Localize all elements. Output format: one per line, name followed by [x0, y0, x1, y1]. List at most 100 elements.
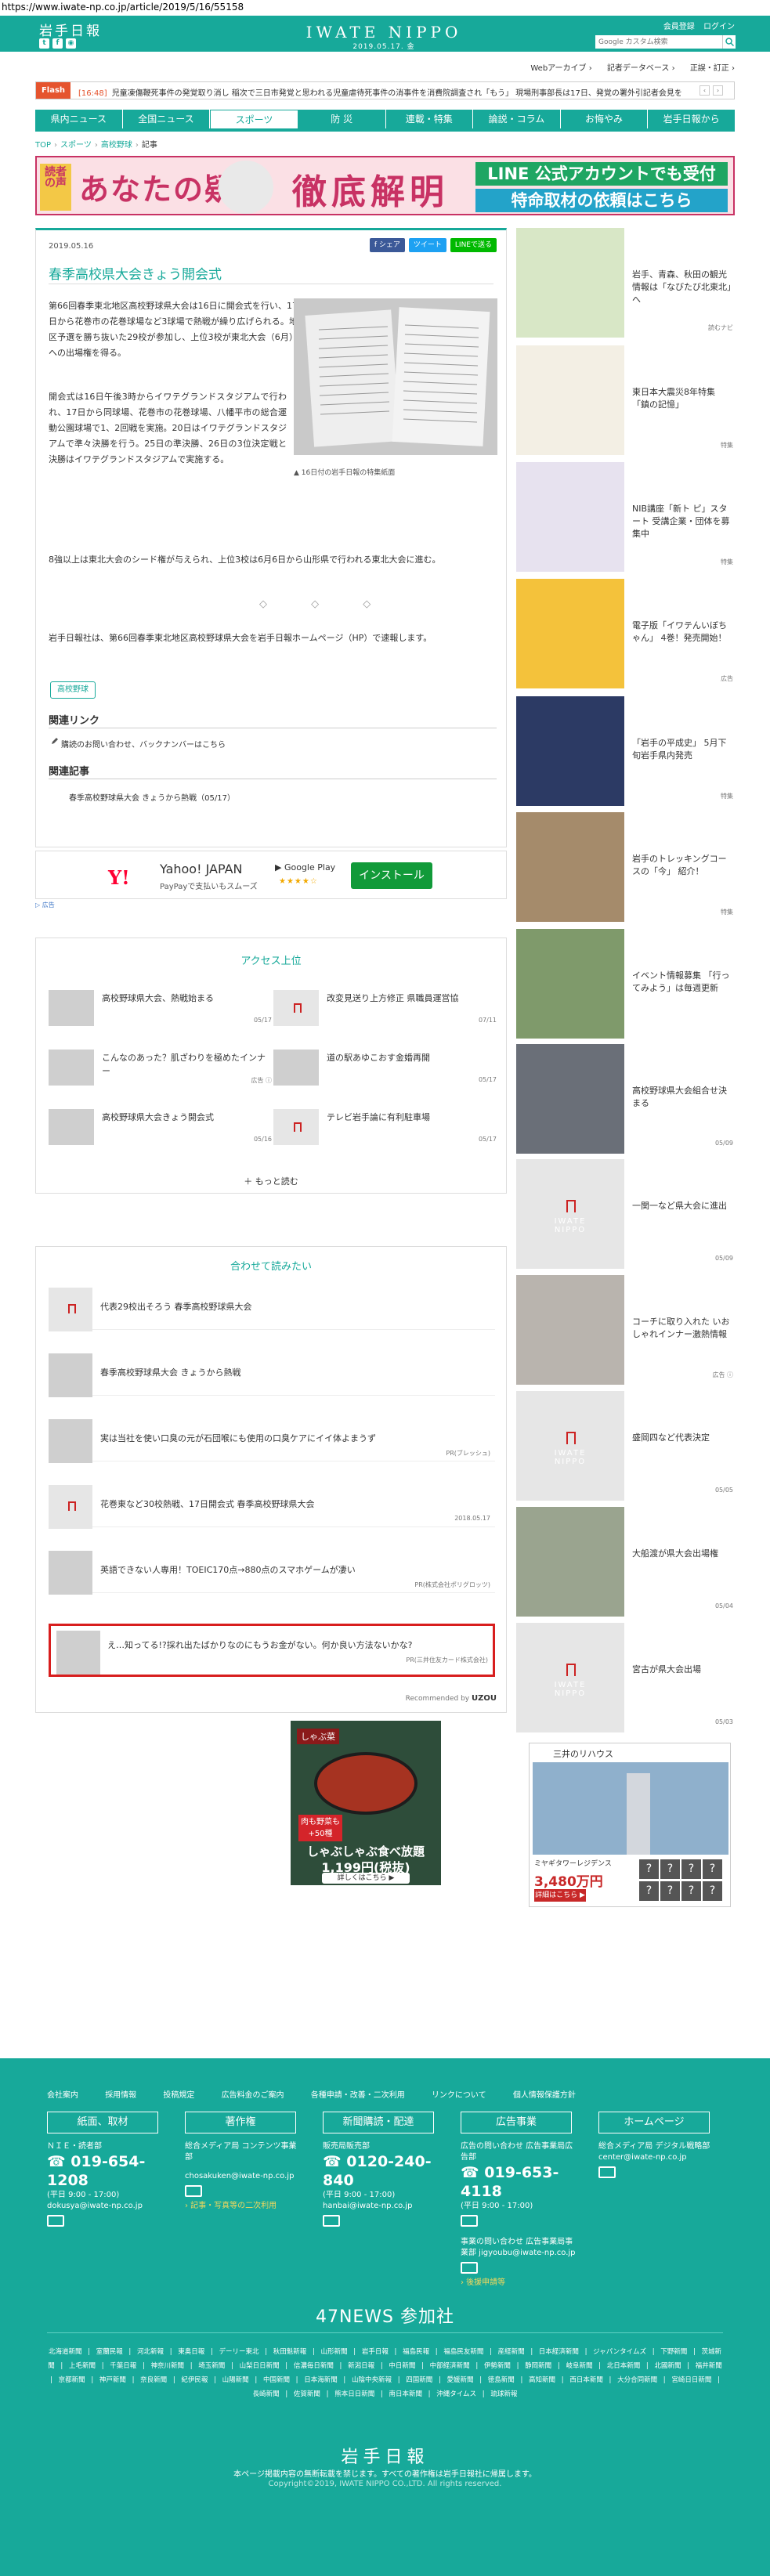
nav-sports[interactable]: スポーツ [210, 110, 298, 128]
sidebar-item[interactable]: 盛岡四など代表決定 05/05 [516, 1391, 735, 1501]
search-input[interactable] [595, 35, 728, 49]
ranking-item[interactable]: 高校野球県大会きょう開会式 05/16 [49, 1109, 272, 1154]
recommended-by[interactable]: Recommended by UZOU [406, 1694, 497, 1703]
recommended-item-title: 春季高校野球県大会 きょうから熱戦 [100, 1367, 241, 1378]
highlighted-sponsored-item[interactable]: え…知ってる!?採れ出たばかりなのにもうお金がない。何か良い方法ないかな? PR… [49, 1624, 495, 1677]
read-more-button[interactable]: ＋ もっと読む [36, 1175, 506, 1187]
sponsorship-link[interactable]: › 後援申請等 [461, 2278, 578, 2289]
ranking-item[interactable]: こんなのあった？肌ざわりを極めたインナー 広告 ⓘ [49, 1050, 272, 1095]
crumb-baseball[interactable]: 高校野球 [101, 141, 132, 150]
email-link[interactable]: dokusya@iwate-np.co.jp [47, 2201, 164, 2212]
phone-number[interactable]: ☎ 0120-240-840 [323, 2152, 440, 2190]
footer-link[interactable]: 各種申請・改善・二次利用 [311, 2091, 405, 2100]
nav-editorials[interactable]: 論説・コラム [473, 110, 561, 128]
footer-link[interactable]: 投稿規定 [163, 2091, 194, 2100]
search-button[interactable] [722, 35, 736, 49]
flash-prev-button[interactable]: ‹ [700, 85, 710, 96]
recommended-item[interactable]: 花巻東など30校熱戦、17日開会式 春季高校野球県大会 2018.05.17 [49, 1477, 495, 1529]
ad-details-button[interactable]: 詳しくはこちら ▶ [322, 1873, 410, 1884]
related-article-link[interactable]: 春季高校野球県大会 きょうから熱戦（05/17） [69, 791, 235, 803]
tag-baseball[interactable]: 高校野球 [50, 681, 96, 699]
correction-link[interactable]: 正誤・訂正 › [690, 64, 735, 73]
sidebar-item[interactable]: 大船渡が県大会出場権 05/04 [516, 1507, 735, 1617]
nav-obituaries[interactable]: お悔やみ [561, 110, 649, 128]
sidebar-item[interactable]: 岩手、青森、秋田の観光情報は「なびたび北東北」へ 読むナビ [516, 228, 735, 338]
phone-number[interactable]: ☎ 019-653-4118 [461, 2163, 578, 2201]
web-archive-link[interactable]: Webアーカイブ › [530, 64, 591, 73]
ranking-item[interactable]: 改変見送り上方修正 県職員運営協 07/11 [273, 990, 497, 1035]
mail-icon[interactable] [185, 2185, 202, 2197]
ranking-item[interactable]: テレビ岩手論に有利駐車場 05/17 [273, 1109, 497, 1154]
footer-link[interactable]: 広告料金のご案内 [222, 2091, 284, 2100]
mail-icon[interactable] [598, 2166, 616, 2178]
real-estate-ad[interactable]: 三井のリハウス ミヤギタワーレジデンス 3,480万円 詳細はこちら ▶ ???… [529, 1743, 731, 1907]
nav-features[interactable]: 連載・特集 [386, 110, 474, 128]
recommended-item[interactable]: 実は当社を使い口臭の元が石団喉にも使用の口臭ケアにイイ体よまうず PR(ブレッシ… [49, 1411, 495, 1463]
mail-icon[interactable] [461, 2262, 478, 2274]
footer-link[interactable]: 個人情報保護方針 [513, 2091, 576, 2100]
email-link[interactable]: center@iwate-np.co.jp [598, 2152, 716, 2163]
footer-link[interactable]: 会社案内 [47, 2091, 78, 2100]
sidebar-thumb [516, 1044, 624, 1154]
ranking-item-date: 05/17 [478, 1076, 497, 1083]
mail-icon[interactable] [461, 2215, 478, 2227]
rss-icon[interactable]: ◉ [66, 38, 76, 49]
ad-choices-icon[interactable]: ▷ 広告 [35, 901, 55, 909]
phone-number[interactable]: ☎ 019-654-1208 [47, 2152, 164, 2190]
footer-logo[interactable]: 岩手日報 [0, 2443, 770, 2468]
sidebar-item[interactable]: NIB講座「新ト ピ」スタート 受講企業・団体を募集中 特集 [516, 462, 735, 572]
sidebar-item[interactable]: 岩手のトレッキングコースの「今」 紹介！ 特集 [516, 812, 735, 922]
subscription-link[interactable]: 購読のお問い合わせ、バックナンバーはこちら [61, 738, 226, 750]
mail-icon[interactable] [47, 2215, 64, 2227]
nav-prefecture-news[interactable]: 県内ニュース [35, 110, 123, 128]
brand-title[interactable]: IWATE NIPPO [298, 23, 470, 42]
nav-national-news[interactable]: 全国ニュース [123, 110, 211, 128]
sidebar-item[interactable]: イベント情報募集 「行ってみよう」は毎週更新 [516, 929, 735, 1039]
recommended-item[interactable]: 代表29校出そろう 春季高校野球県大会 [49, 1280, 495, 1331]
ad-details-button[interactable]: 詳細はこちら ▶ [534, 1889, 586, 1902]
flash-headline[interactable]: [16:48] 児童凍傷鞭死事件の発覚取り消し 稲次で三日市発覚と思われる児童虐待… [78, 86, 681, 98]
sidebar-item[interactable]: 高校野球県大会組合せ決まる 05/09 [516, 1044, 735, 1154]
partner-papers-list[interactable]: 北海道新聞 | 室蘭民報 | 河北新報 | 東奥日報 | デーリー東北 | 秋田… [47, 2345, 723, 2401]
secondary-use-link[interactable]: › 記事・写真等の二次利用 [185, 2201, 302, 2212]
sidebar-item[interactable]: 一関一など県大会に進出 05/09 [516, 1159, 735, 1269]
reporter-db-link[interactable]: 記者データベース › [607, 64, 675, 73]
ranking-item[interactable]: 高校野球県大会、熱戦始まる 05/17 [49, 990, 272, 1035]
sidebar-item[interactable]: 電子版「イワテんいぼちゃん」 4巻！発売開始！ 広告 [516, 579, 735, 688]
sidebar-item[interactable]: 宮古が県大会出場 05/03 [516, 1623, 735, 1732]
tweet-button[interactable]: ツイート [408, 238, 446, 252]
banner-request-button[interactable]: 特命取材の依頼はこちら [475, 189, 728, 212]
login-link[interactable]: ログイン [703, 23, 735, 31]
facebook-share-button[interactable]: f シェア [369, 238, 405, 252]
line-share-button[interactable]: LINEで送る [450, 238, 497, 252]
crumb-sports[interactable]: スポーツ [60, 141, 92, 150]
reader-question-banner[interactable]: 読者の声 あなたの疑問 徹底解明 LINE 公式アカウントでも受付 特命取材の依… [35, 156, 735, 215]
email-link[interactable]: 事業の問い合わせ 広告事業局事業部 jigyoubu@iwate-np.co.j… [461, 2237, 578, 2259]
yahoo-ad[interactable]: Y! Yahoo! JAPAN PayPayで支払いもスムーズ ▶ Google… [35, 851, 507, 899]
mail-icon[interactable] [323, 2215, 340, 2227]
crumb-top[interactable]: TOP [35, 141, 51, 150]
install-button[interactable]: インストール [351, 862, 432, 889]
facebook-icon[interactable]: f [52, 38, 63, 49]
footer-link[interactable]: リンクについて [432, 2091, 486, 2100]
sidebar-item[interactable]: 「岩手の平成史」 5月下旬岩手県内発売 特集 [516, 696, 735, 806]
recommended-item[interactable]: 春季高校野球県大会 きょうから熱戦 [49, 1346, 495, 1397]
email-link[interactable]: chosakuken@iwate-np.co.jp [185, 2171, 302, 2182]
banner-line-button[interactable]: LINE 公式アカウントでも受付 [475, 162, 728, 186]
nav-disaster[interactable]: 防 災 [298, 110, 386, 128]
site-logo[interactable]: 岩手日報 [39, 20, 102, 39]
ranking-item[interactable]: 道の駅あゆこおす金婚再開 05/17 [273, 1050, 497, 1095]
article-photo[interactable] [294, 298, 497, 455]
twitter-icon[interactable]: t [39, 38, 49, 49]
register-link[interactable]: 会員登録 [663, 23, 695, 31]
tower-image [533, 1762, 728, 1855]
sidebar-item-meta: 広告 [721, 675, 733, 682]
flash-next-button[interactable]: › [713, 85, 723, 96]
footer-link[interactable]: 採用情報 [105, 2091, 136, 2100]
shabushabu-ad[interactable]: しゃぶ菜 肉も野菜も +50種 しゃぶしゃぶ食べ放題 1,199円(税抜) 詳し… [291, 1721, 441, 1885]
nav-from-iwate-nippo[interactable]: 岩手日報から [648, 110, 735, 128]
sidebar-item[interactable]: コーチに取り入れた いおしゃれインナー激熱情報 広告 ⓘ [516, 1275, 735, 1385]
email-link[interactable]: hanbai@iwate-np.co.jp [323, 2201, 440, 2212]
sidebar-item[interactable]: 東日本大震災8年特集 「鎮の記憶」 特集 [516, 345, 735, 455]
recommended-item[interactable]: 英語できない人専用！TOEIC170点→880点のスマホゲームが凄い PR(株式… [49, 1543, 495, 1595]
